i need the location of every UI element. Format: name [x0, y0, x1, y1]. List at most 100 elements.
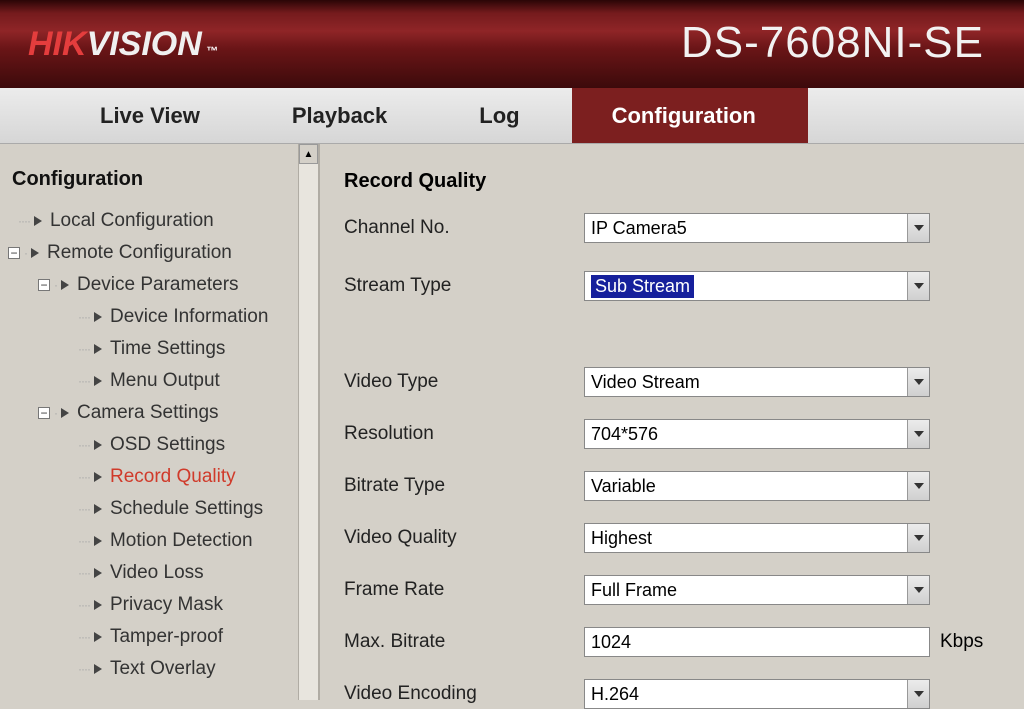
select-value: Variable [591, 476, 656, 497]
tree-connector-icon: ···· [18, 214, 30, 228]
tree-text-overlay[interactable]: ····Text Overlay [4, 653, 314, 685]
label-video-encoding: Video Encoding [344, 683, 584, 705]
tree-record-quality[interactable]: ····Record Quality [4, 461, 314, 493]
tree-connector-icon: · [54, 406, 57, 420]
tree-connector-icon: ···· [78, 438, 90, 452]
tree-arrow-icon [94, 536, 102, 546]
select-channel-no[interactable]: IP Camera5 [584, 213, 930, 243]
tree-arrow-icon [61, 408, 69, 418]
tree-arrow-icon [94, 312, 102, 322]
scroll-track[interactable] [299, 164, 318, 700]
tree-arrow-icon [94, 664, 102, 674]
row-stream-type: Stream Type Sub Stream [344, 271, 1000, 301]
brand-vision: VISION [87, 25, 202, 64]
tree-connector-icon: ···· [78, 374, 90, 388]
tree-collapse-icon[interactable]: − [8, 247, 20, 259]
select-stream-type[interactable]: Sub Stream [584, 271, 930, 301]
tree-label: Video Loss [110, 562, 204, 584]
tree-label: Camera Settings [77, 402, 219, 424]
config-tree: ····Local Configuration −·Remote Configu… [4, 205, 314, 685]
tree-arrow-icon [94, 632, 102, 642]
scroll-up-icon[interactable]: ▲ [299, 144, 318, 164]
select-video-type[interactable]: Video Stream [584, 367, 930, 397]
tree-label: Local Configuration [50, 210, 214, 232]
label-frame-rate: Frame Rate [344, 579, 584, 601]
select-bitrate-type[interactable]: Variable [584, 471, 930, 501]
tree-motion-detection[interactable]: ···· Motion Detection [4, 525, 314, 557]
tab-live-view[interactable]: Live View [60, 88, 252, 143]
tree-device-information[interactable]: ····Device Information [4, 301, 314, 333]
label-bitrate-type: Bitrate Type [344, 475, 584, 497]
select-resolution[interactable]: 704*576 [584, 419, 930, 449]
select-value: Full Frame [591, 580, 677, 601]
tree-arrow-icon [94, 376, 102, 386]
tree-arrow-icon [94, 568, 102, 578]
tab-playback[interactable]: Playback [252, 88, 439, 143]
select-frame-rate[interactable]: Full Frame [584, 575, 930, 605]
tree-label: Device Information [110, 306, 268, 328]
content-area: Configuration ····Local Configuration −·… [0, 144, 1024, 700]
label-channel-no: Channel No. [344, 217, 584, 239]
tree-connector-icon: · [54, 278, 57, 292]
select-value: IP Camera5 [591, 218, 687, 239]
tree-schedule-settings[interactable]: ····Schedule Settings [4, 493, 314, 525]
app-header: HIKVISION™ DS-7608NI-SE [0, 0, 1024, 88]
tree-connector-icon: ···· [78, 534, 90, 548]
chevron-down-icon [907, 420, 929, 448]
tree-osd-settings[interactable]: ···· OSD Settings [4, 429, 314, 461]
chevron-down-icon [907, 272, 929, 300]
row-resolution: Resolution 704*576 [344, 419, 1000, 449]
tab-configuration[interactable]: Configuration [572, 88, 808, 143]
chevron-down-icon [907, 576, 929, 604]
tree-local-config[interactable]: ···· Local Configuration [4, 205, 314, 237]
input-max-bitrate[interactable]: 1024 [584, 627, 930, 657]
row-max-bitrate: Max. Bitrate 1024 Kbps [344, 627, 1000, 657]
tree-remote-config[interactable]: −·Remote Configuration [4, 237, 314, 269]
tree-privacy-mask[interactable]: ····Privacy Mask [4, 589, 314, 621]
select-video-quality[interactable]: Highest [584, 523, 930, 553]
tab-log[interactable]: Log [439, 88, 571, 143]
tree-label: Device Parameters [77, 274, 239, 296]
sidebar-scrollbar[interactable]: ▲ [298, 144, 318, 700]
tree-collapse-icon[interactable]: − [38, 279, 50, 291]
chevron-down-icon [907, 472, 929, 500]
tree-connector-icon: ···· [78, 566, 90, 580]
section-title: Record Quality [344, 170, 1000, 193]
tree-label: Record Quality [110, 466, 236, 488]
tree-video-loss[interactable]: ···· Video Loss [4, 557, 314, 589]
tree-tamper-proof[interactable]: ····Tamper-proof [4, 621, 314, 653]
device-model: DS-7608NI-SE [681, 18, 984, 68]
input-value: 1024 [591, 632, 631, 653]
brand-tm: ™ [206, 44, 218, 58]
tree-camera-settings[interactable]: −· Camera Settings [4, 397, 314, 429]
tree-label: Menu Output [110, 370, 220, 392]
select-video-encoding[interactable]: H.264 [584, 679, 930, 709]
label-video-type: Video Type [344, 371, 584, 393]
row-channel-no: Channel No. IP Camera5 [344, 213, 1000, 243]
tree-label: Motion Detection [110, 530, 253, 552]
tree-label: Time Settings [110, 338, 225, 360]
tree-time-settings[interactable]: ···· Time Settings [4, 333, 314, 365]
main-tabbar: Live View Playback Log Configuration [0, 88, 1024, 144]
tree-arrow-icon [34, 216, 42, 226]
chevron-down-icon [907, 214, 929, 242]
tree-label: Remote Configuration [47, 242, 232, 264]
select-value: 704*576 [591, 424, 658, 445]
tree-label: Schedule Settings [110, 498, 263, 520]
tree-collapse-icon[interactable]: − [38, 407, 50, 419]
tree-arrow-icon [94, 344, 102, 354]
tree-connector-icon: ···· [78, 630, 90, 644]
main-panel: Record Quality Channel No. IP Camera5 St… [320, 144, 1024, 700]
tree-arrow-icon [94, 504, 102, 514]
row-video-type: Video Type Video Stream [344, 367, 1000, 397]
tree-connector-icon: ···· [78, 342, 90, 356]
select-value: H.264 [591, 684, 639, 705]
select-value: Highest [591, 528, 652, 549]
tree-label: OSD Settings [110, 434, 225, 456]
row-video-quality: Video Quality Highest [344, 523, 1000, 553]
tree-arrow-icon [31, 248, 39, 258]
select-value: Video Stream [591, 372, 700, 393]
tree-arrow-icon [94, 600, 102, 610]
tree-device-parameters[interactable]: −· Device Parameters [4, 269, 314, 301]
tree-menu-output[interactable]: ···· Menu Output [4, 365, 314, 397]
